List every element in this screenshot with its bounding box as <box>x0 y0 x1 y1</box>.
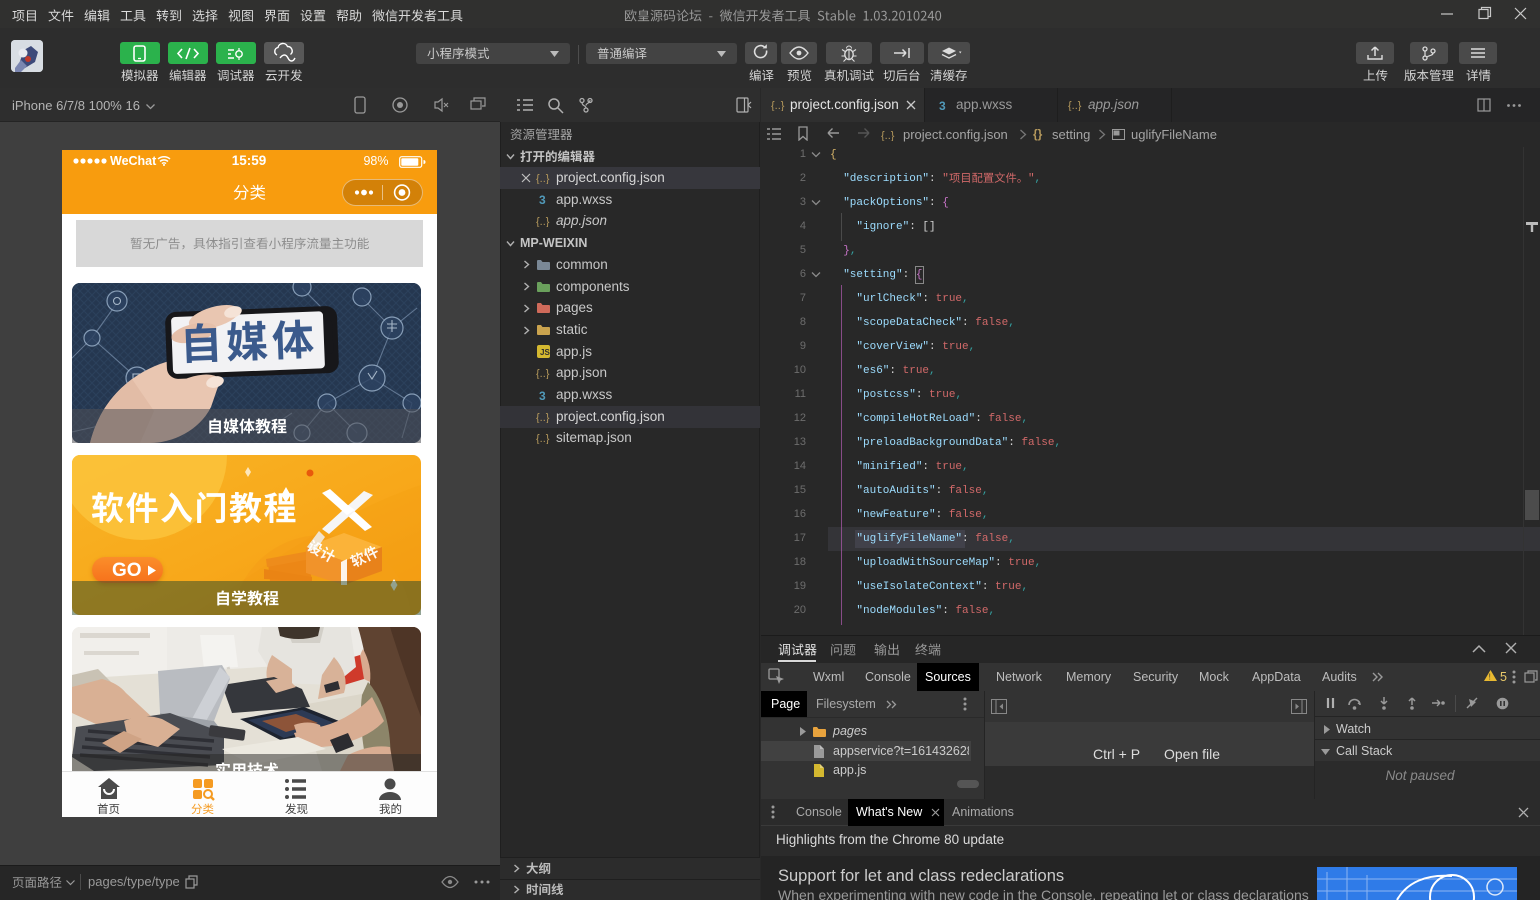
svg-text:JS: JS <box>540 348 550 357</box>
svg-text:{..}: {..} <box>536 216 550 227</box>
svg-text:{..}: {..} <box>881 130 895 141</box>
svg-text:{..}: {..} <box>536 173 550 184</box>
svg-text:{..}: {..} <box>536 412 550 423</box>
svg-text:{..}: {..} <box>536 433 550 444</box>
svg-text:{..}: {..} <box>1068 100 1082 111</box>
svg-text:!: ! <box>1489 673 1491 682</box>
svg-text:{..}: {..} <box>536 368 550 379</box>
svg-text:3: 3 <box>539 193 546 206</box>
svg-text:3: 3 <box>539 389 546 402</box>
svg-text:{..}: {..} <box>771 100 785 111</box>
svg-text:3: 3 <box>939 99 946 112</box>
